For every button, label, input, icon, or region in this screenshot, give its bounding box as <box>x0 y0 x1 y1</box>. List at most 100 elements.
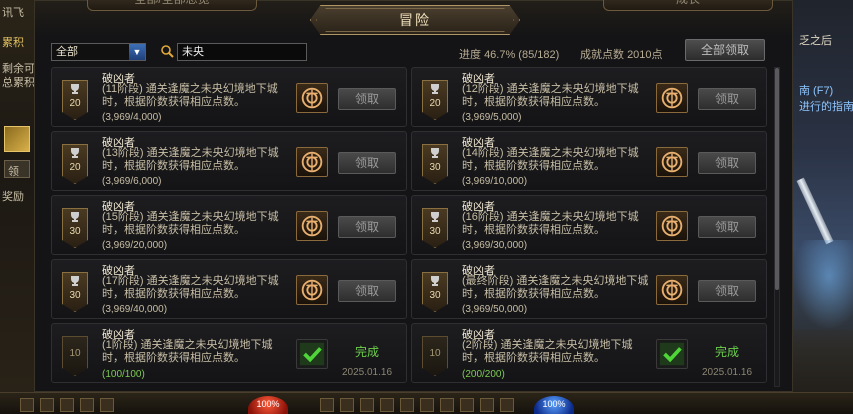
achievement-emblem-icon <box>656 147 688 177</box>
hotbar-slot[interactable] <box>60 398 74 412</box>
category-dropdown-value: 全部 <box>56 46 78 58</box>
achievement-description: (16阶段) 通关逢魔之未央幻境地下城时，根据阶数获得相应点数。 <box>462 211 639 236</box>
points-value: 30 <box>429 162 441 173</box>
tab-overview[interactable]: 全部/全部总览 <box>87 0 257 11</box>
tab-growth[interactable]: 成长 <box>603 0 773 11</box>
scrollbar[interactable] <box>774 67 780 387</box>
glow-decoration <box>793 240 853 330</box>
claim-button[interactable]: 领取 <box>698 216 756 238</box>
hotbar-slot[interactable] <box>340 398 354 412</box>
claim-button[interactable]: 领取 <box>338 280 396 302</box>
points-value: 30 <box>69 290 81 301</box>
points-readout: 成就点数 2010点 <box>580 46 663 62</box>
hotbar-slot[interactable] <box>480 398 494 412</box>
trophy-icon <box>431 84 439 94</box>
hotbar-slot[interactable] <box>360 398 374 412</box>
game-hotbar: 100% 100% <box>0 392 853 414</box>
chevron-down-icon[interactable]: ▼ <box>129 44 145 60</box>
achievement-description: (2阶段) 通关逢魔之未央幻境地下城时，根据阶数获得相应点数。 <box>462 339 633 364</box>
claim-small-button[interactable]: 领 <box>4 160 30 178</box>
completed-label: 完成 <box>714 345 739 359</box>
points-badge: 30 <box>422 272 448 312</box>
tab-adventure[interactable]: 冒险 <box>310 5 520 35</box>
achievement-card: 10 破凶者 (1阶段) 通关逢魔之未央幻境地下城时，根据阶数获得相应点数。 (… <box>51 323 407 383</box>
bg-text: 奖励 <box>2 191 24 203</box>
trophy-icon <box>71 84 79 94</box>
achievement-card: 30 破凶者 (最终阶段) 通关逢魔之未央幻境地下城时，根据阶数获得相应点数。 … <box>411 259 767 319</box>
progress-readout: 进度 46.7% (85/182) <box>459 46 559 62</box>
achievement-description: (14阶段) 通关逢魔之未央幻境地下城时，根据阶数获得相应点数。 <box>462 147 639 172</box>
guide-shortcut[interactable]: 南 (F7) <box>799 82 833 98</box>
game-background-right: 乏之后 南 (F7) 进行的指南 <box>793 0 853 414</box>
points-value: 2010点 <box>627 49 663 61</box>
hotbar-slot[interactable] <box>80 398 94 412</box>
points-value: 30 <box>429 226 441 237</box>
claim-button[interactable]: 领取 <box>698 280 756 302</box>
bg-text: 总累积 <box>2 77 35 89</box>
achievement-window: 全部/全部总览 成长 冒险 全部 ▼ 未央 进度 46.7% (85/182) … <box>34 0 793 392</box>
points-badge: 30 <box>62 208 88 248</box>
hotbar-slot[interactable] <box>440 398 454 412</box>
hotbar-slot[interactable] <box>20 398 34 412</box>
achievement-card: 20 破凶者 (11阶段) 通关逢魔之未央幻境地下城时，根据阶数获得相应点数。 … <box>51 67 407 127</box>
achievement-progress: (200/200) <box>462 369 505 380</box>
category-dropdown[interactable]: 全部 ▼ <box>51 43 146 61</box>
points-badge: 20 <box>62 80 88 120</box>
trophy-icon <box>71 148 79 158</box>
achievement-emblem-icon <box>656 275 688 305</box>
completed-check-icon <box>296 339 328 369</box>
hotbar-slot[interactable] <box>40 398 54 412</box>
hp-orb: 100% <box>248 396 288 414</box>
mp-orb: 100% <box>534 396 574 414</box>
achievement-emblem-icon <box>296 147 328 177</box>
progress-label: 进度 <box>459 49 481 61</box>
points-badge: 20 <box>62 144 88 184</box>
bg-text: 讯飞 <box>2 7 24 19</box>
hotbar-slot[interactable] <box>380 398 394 412</box>
hotbar-slot[interactable] <box>320 398 334 412</box>
points-label: 成就点数 <box>580 49 624 61</box>
points-badge: 10 <box>422 336 448 376</box>
points-value: 20 <box>69 98 81 109</box>
points-value: 20 <box>69 162 81 173</box>
hotbar-slot[interactable] <box>420 398 434 412</box>
mp-value: 100% <box>542 399 566 409</box>
achievement-progress: (3,969/50,000) <box>462 304 528 315</box>
points-value: 10 <box>429 348 441 359</box>
points-badge: 30 <box>422 144 448 184</box>
points-value: 30 <box>69 226 81 237</box>
achievement-description: (15阶段) 通关逢魔之未央幻境地下城时，根据阶数获得相应点数。 <box>102 211 279 236</box>
tab-adventure-label: 冒险 <box>399 12 431 28</box>
reward-item-icon[interactable] <box>4 126 30 152</box>
claim-button[interactable]: 领取 <box>338 152 396 174</box>
hotbar-slot[interactable] <box>500 398 514 412</box>
achievement-progress: (3,969/40,000) <box>102 304 168 315</box>
completed-check-icon <box>656 339 688 369</box>
points-value: 10 <box>69 348 81 359</box>
completed-date: 2025.01.16 <box>341 367 393 378</box>
claim-button[interactable]: 领取 <box>338 216 396 238</box>
search-icon <box>161 45 174 58</box>
scrollbar-thumb[interactable] <box>775 68 779 290</box>
hotbar-slot[interactable] <box>460 398 474 412</box>
hotbar-slot[interactable] <box>100 398 114 412</box>
achievement-progress: (3,969/4,000) <box>102 112 162 123</box>
hp-value: 100% <box>256 399 280 409</box>
points-badge: 30 <box>422 208 448 248</box>
trophy-icon <box>431 276 439 286</box>
achievement-emblem-icon <box>656 83 688 113</box>
achievement-card: 30 破凶者 (14阶段) 通关逢魔之未央幻境地下城时，根据阶数获得相应点数。 … <box>411 131 767 191</box>
achievement-progress: (3,969/6,000) <box>102 176 162 187</box>
achievement-description: (13阶段) 通关逢魔之未央幻境地下城时，根据阶数获得相应点数。 <box>102 147 279 172</box>
achievement-progress: (3,969/5,000) <box>462 112 522 123</box>
claim-button[interactable]: 领取 <box>698 88 756 110</box>
trophy-icon <box>71 276 79 286</box>
achievement-description: (最终阶段) 通关逢魔之未央幻境地下城时，根据阶数获得相应点数。 <box>462 275 649 300</box>
claim-button[interactable]: 领取 <box>338 88 396 110</box>
claim-button[interactable]: 领取 <box>698 152 756 174</box>
achievement-progress: (3,969/10,000) <box>462 176 528 187</box>
search-input[interactable]: 未央 <box>177 43 307 61</box>
claim-all-button[interactable]: 全部领取 <box>685 39 765 61</box>
achievement-emblem-icon <box>296 211 328 241</box>
hotbar-slot[interactable] <box>400 398 414 412</box>
